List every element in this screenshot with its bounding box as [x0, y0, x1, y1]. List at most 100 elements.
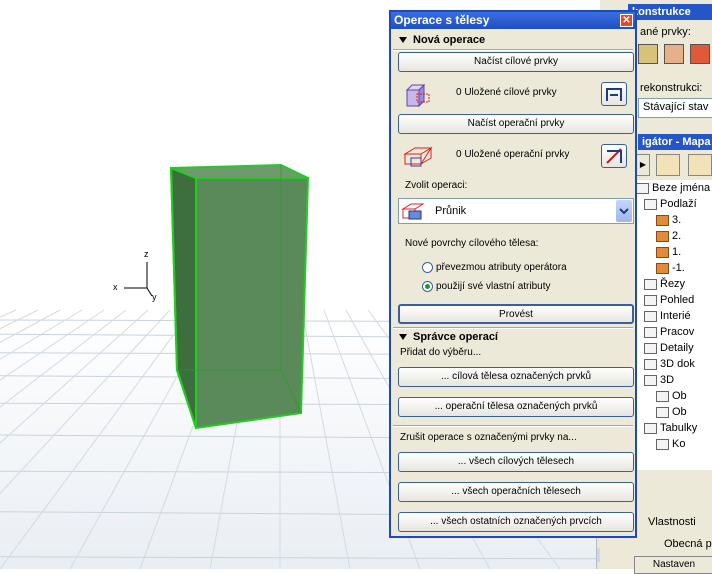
view-icon	[656, 406, 669, 418]
chevron-down-icon[interactable]	[616, 200, 632, 222]
load-operator-button[interactable]: Načíst operační prvky	[398, 114, 634, 134]
tree-item[interactable]: 3.	[656, 212, 681, 228]
execute-button[interactable]: Provést	[398, 304, 634, 324]
operation-select[interactable]: Průnik	[398, 198, 634, 224]
collapse-triangle-icon[interactable]	[399, 36, 407, 43]
all-target-button[interactable]: ... všech cílových tělesech	[398, 452, 634, 472]
stav-select[interactable]: Stávající stav	[638, 98, 712, 118]
collapse-triangle-icon[interactable]	[399, 333, 407, 340]
tree-item-label: Beze jména	[652, 182, 711, 194]
folder-icon	[656, 230, 669, 242]
dialog-title: Operace s tělesy	[394, 13, 490, 27]
select-operator-icon[interactable]	[601, 144, 627, 168]
rekonstrukci-label: rekonstrukci:	[640, 82, 703, 94]
close-icon[interactable]: ✕	[620, 14, 633, 27]
tree-item-label: Ob	[672, 390, 687, 402]
all-other-label: ... všech ostatních označených prvcích	[430, 516, 602, 527]
tree-item[interactable]: Detaily	[644, 340, 694, 356]
navigator-tree: Beze jména Podlaží 3. 2. 1. -1. Řezy Pohled Inte…	[636, 180, 712, 470]
tree-item[interactable]: Pohled	[644, 292, 694, 308]
radio-take-operator[interactable]	[422, 262, 433, 273]
tree-item[interactable]: Podlaží	[644, 196, 697, 212]
radio-use-own-label[interactable]: použijí své vlastní atributy	[436, 281, 551, 292]
tree-item-label: Detaily	[660, 342, 694, 354]
nastaveni-label: Nastaven	[652, 559, 696, 570]
view-icon	[644, 358, 657, 370]
target-solid-icon	[403, 82, 433, 108]
add-operator-button[interactable]: ... operační tělesa označených prvků	[398, 397, 634, 417]
dialog-titlebar[interactable]: Operace s tělesy ✕	[391, 12, 635, 29]
tree-item[interactable]: Beze jména	[636, 180, 710, 196]
view-icon	[644, 422, 657, 434]
green-box[interactable]	[169, 163, 310, 430]
tree-item-label: 3D dok	[660, 358, 695, 370]
all-operator-label: ... všech operačních tělesech	[451, 486, 581, 497]
tree-item-label: -1.	[672, 262, 685, 274]
all-operator-button[interactable]: ... všech operačních tělesech	[398, 482, 634, 502]
tree-item[interactable]: Řezy	[644, 276, 685, 292]
all-target-label: ... všech cílových tělesech	[457, 456, 575, 467]
axis-gizmo: z x y	[113, 249, 157, 302]
divider	[393, 49, 633, 51]
nastaveni-button[interactable]: Nastaven	[634, 556, 712, 574]
tool-icon-1[interactable]	[638, 44, 658, 64]
axis-z-label: z	[144, 249, 149, 259]
view-icon	[644, 294, 657, 306]
tree-item[interactable]: -1.	[656, 260, 685, 276]
tree-item[interactable]: 3D	[644, 372, 674, 388]
divider	[393, 327, 633, 329]
tree-item[interactable]: Ko	[656, 436, 685, 452]
nav-arrow-icon[interactable]: ▶	[636, 154, 650, 176]
view-icon	[644, 198, 657, 210]
intersection-icon	[401, 201, 429, 221]
folder-icon[interactable]	[688, 154, 712, 176]
view-icon	[636, 182, 649, 194]
nova-operace-heading: Nová operace	[413, 34, 486, 46]
add-target-button[interactable]: ... cílová tělesa označených prvků	[398, 367, 634, 387]
tree-item[interactable]: Pracov	[644, 324, 694, 340]
cancel-operations-label: Zrušit operace s označenými prvky na...	[400, 432, 577, 443]
view-icon	[644, 310, 657, 322]
all-other-button[interactable]: ... všech ostatních označených prvcích	[398, 512, 634, 532]
tree-item[interactable]: 1.	[656, 244, 681, 260]
select-target-icon[interactable]	[601, 82, 627, 106]
load-target-button[interactable]: Načíst cílové prvky	[398, 52, 634, 72]
view-icon	[644, 278, 657, 290]
tree-item-label: 3.	[672, 214, 682, 226]
tree-item-label: Pracov	[660, 326, 695, 338]
view-icon	[644, 326, 657, 338]
tree-item[interactable]: Tabulky	[644, 420, 697, 436]
folder-icon	[656, 214, 669, 226]
radio-take-operator-label[interactable]: převezmou atributy operátora	[436, 262, 567, 273]
add-target-label: ... cílová tělesa označených prvků	[440, 371, 592, 382]
operation-selected-value: Průnik	[435, 205, 467, 217]
tree-item[interactable]: Ob	[656, 388, 687, 404]
obecna-label: Obecná pa	[664, 538, 712, 550]
saved-operator-text: 0 Uložené operační prvky	[456, 149, 570, 160]
operator-solid-icon	[403, 144, 435, 170]
tool-icon-3[interactable]	[690, 44, 710, 64]
vlastnosti-tab[interactable]: Vlastnosti	[648, 516, 696, 528]
tree-item-label: 3D	[660, 374, 675, 386]
view-icon	[656, 390, 669, 402]
load-operator-label: Načíst operační prvky	[467, 118, 565, 129]
tool-icon-2[interactable]	[664, 44, 684, 64]
tree-item[interactable]: Interié	[644, 308, 691, 324]
tree-item[interactable]: Ob	[656, 404, 687, 420]
radio-use-own[interactable]	[422, 281, 433, 292]
radio-selected-dot	[425, 284, 430, 289]
tree-item-label: Řezy	[660, 278, 686, 290]
load-target-label: Načíst cílové prvky	[474, 56, 558, 67]
tree-item-label: Podlaží	[660, 198, 697, 210]
spravce-heading: Správce operací	[413, 331, 498, 343]
tree-item-label: Ob	[672, 406, 687, 418]
tree-item-label: Tabulky	[660, 422, 698, 434]
view-icon	[644, 342, 657, 354]
nova-operace-header[interactable]: Nová operace	[395, 33, 631, 48]
home-icon[interactable]	[656, 154, 680, 176]
new-surfaces-label: Nové povrchy cílového tělesa:	[405, 238, 539, 249]
tree-item[interactable]: 3D dok	[644, 356, 695, 372]
tree-item[interactable]: 2.	[656, 228, 681, 244]
spravce-header[interactable]: Správce operací	[395, 330, 631, 345]
view-icon	[644, 374, 657, 386]
